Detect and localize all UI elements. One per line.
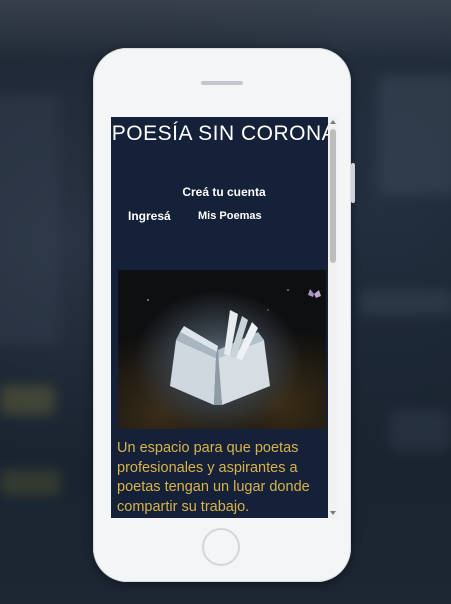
scrollbar-thumb[interactable]: [330, 129, 336, 263]
login-link[interactable]: Ingresá: [128, 209, 171, 223]
page-content: POESÍA SIN CORONA Creá tu cuenta Ingresá…: [111, 117, 336, 518]
open-book-image: [118, 270, 326, 429]
background-blur-shape: [0, 385, 55, 415]
background-blur-shape: [0, 470, 60, 495]
site-description: Un espacio para que poetas profesionales…: [117, 440, 310, 515]
scroll-up-arrow-icon[interactable]: [330, 120, 336, 124]
open-book-icon: [147, 289, 321, 405]
background-blur-shape: [360, 290, 451, 315]
vertical-scrollbar[interactable]: [328, 117, 338, 518]
phone-side-button: [351, 163, 355, 203]
phone-home-button: [202, 528, 240, 566]
phone-screen: POESÍA SIN CORONA Creá tu cuenta Ingresá…: [111, 117, 338, 518]
site-title: POESÍA SIN CORONA: [111, 122, 337, 145]
create-account-link[interactable]: Creá tu cuenta: [111, 185, 337, 199]
my-poems-link[interactable]: Mis Poemas: [198, 210, 262, 222]
phone-speaker: [201, 81, 243, 85]
background-blur-shape: [390, 410, 450, 450]
background-blur-shape: [0, 95, 60, 345]
scroll-down-arrow-icon[interactable]: [330, 511, 336, 515]
background-blur-shape: [378, 75, 451, 195]
